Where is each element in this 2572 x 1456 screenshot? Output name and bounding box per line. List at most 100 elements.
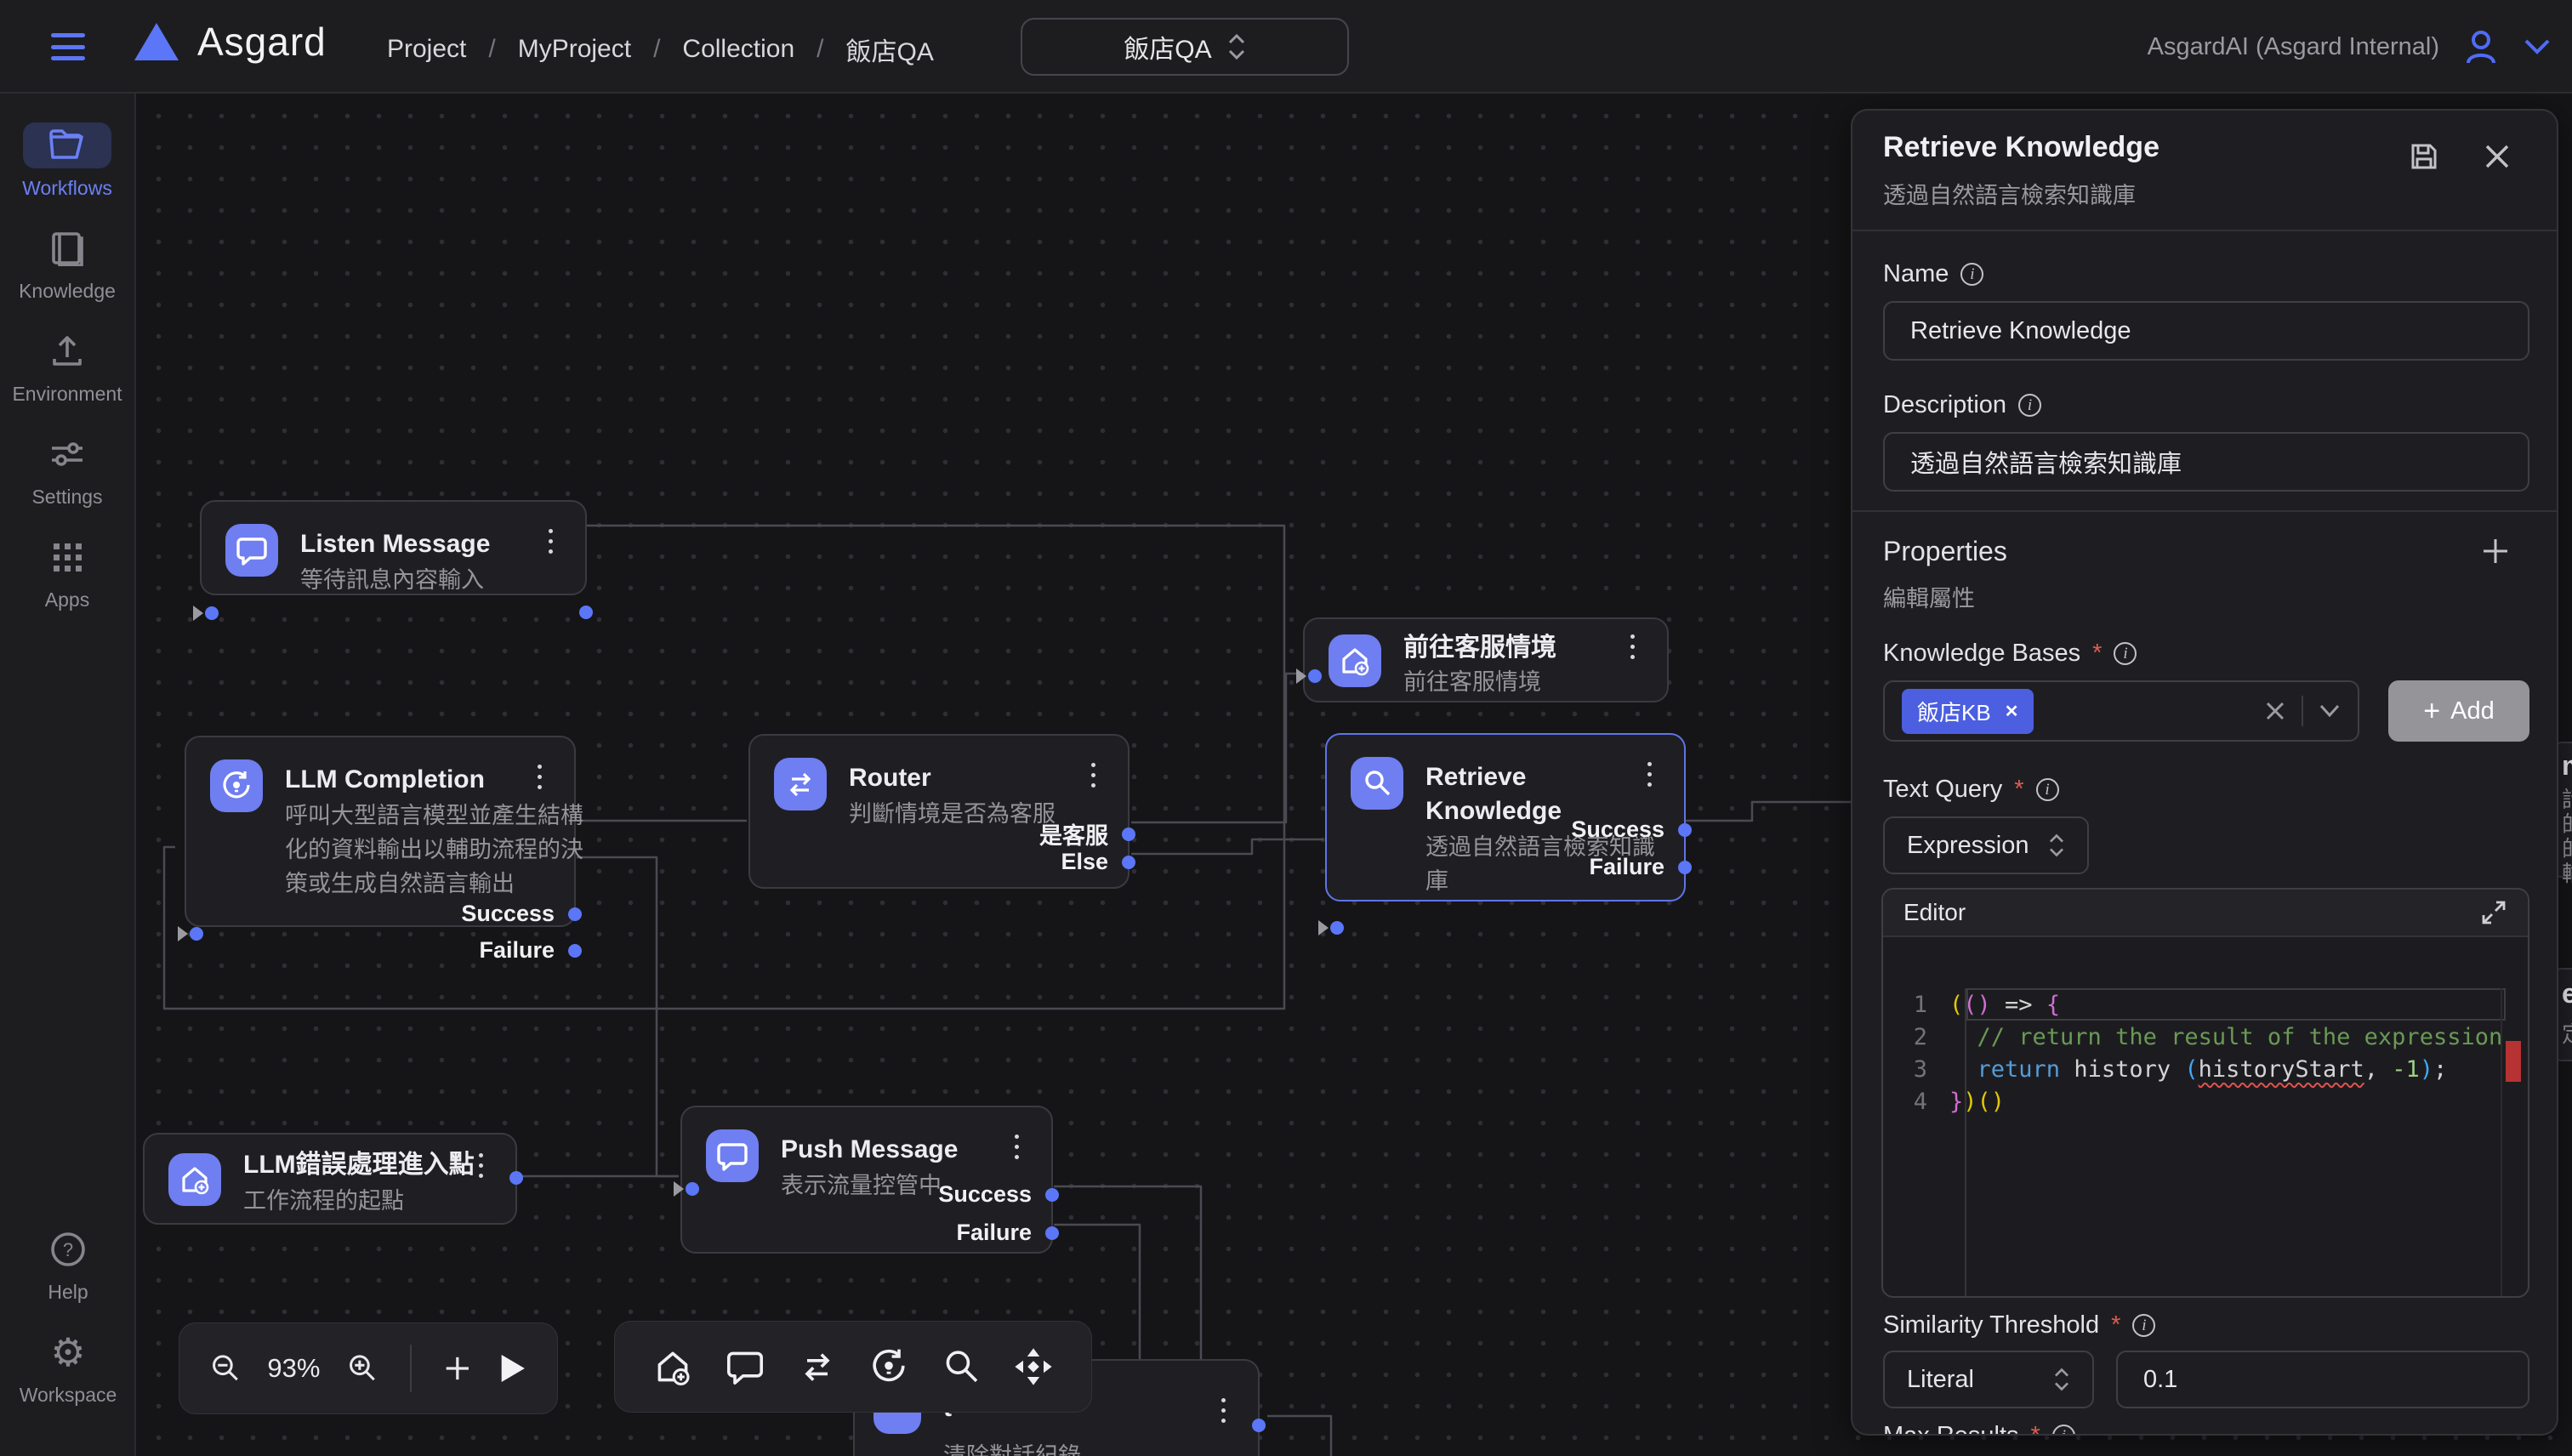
canvas-zoom-toolbar: 93%: [179, 1322, 558, 1414]
output-port-success[interactable]: Success: [1571, 816, 1692, 843]
node-llm-completion[interactable]: LLM Completion 呼叫大型語言模型並產生結構化的資料輸出以輔助流程的…: [185, 736, 576, 927]
input-port[interactable]: [178, 926, 203, 941]
sidebar-item-help[interactable]: ? Help: [0, 1226, 136, 1304]
add-node-icon[interactable]: [442, 1352, 473, 1385]
palette-router-icon[interactable]: [794, 1343, 841, 1391]
output-port[interactable]: [509, 1171, 523, 1185]
output-port-else[interactable]: Else: [1061, 849, 1135, 875]
book-icon: [49, 230, 85, 266]
search-icon: [1351, 757, 1403, 810]
breadcrumb-myproject[interactable]: MyProject: [518, 35, 631, 64]
run-workflow-icon[interactable]: [498, 1351, 528, 1386]
chevron-down-icon[interactable]: [2319, 703, 2341, 719]
node-push-message[interactable]: Push Message 表示流量控管中 Success Failure: [680, 1106, 1053, 1254]
gear-icon: ⚙: [24, 1329, 112, 1375]
palette-message-icon[interactable]: [721, 1343, 769, 1391]
remove-tag-icon[interactable]: ✕: [2005, 701, 2019, 722]
similarity-mode-select[interactable]: Literal: [1883, 1351, 2094, 1408]
text-query-mode-select[interactable]: Expression: [1883, 816, 2089, 874]
node-menu-icon[interactable]: [1080, 763, 1106, 788]
description-input[interactable]: 透過自然語言檢索知識庫: [1883, 432, 2529, 492]
node-menu-icon[interactable]: [1619, 634, 1645, 659]
user-icon[interactable]: [2461, 27, 2501, 66]
input-port[interactable]: [1318, 920, 1344, 936]
expression-editor[interactable]: Editor 1(() => {2 // return the result o…: [1881, 888, 2529, 1298]
code-area[interactable]: 1(() => {2 // return the result of the e…: [1883, 988, 2528, 1298]
close-icon[interactable]: [2482, 141, 2512, 172]
node-title: Push Message: [781, 1133, 958, 1167]
node-title: Listen Message: [300, 527, 490, 561]
zoom-in-icon[interactable]: [345, 1351, 378, 1386]
node-goto-cs-scenario[interactable]: 前往客服情境 前往客服情境: [1303, 617, 1669, 702]
left-sidebar: Workflows Knowledge Environment Settings…: [0, 94, 136, 1456]
output-port-failure[interactable]: Failure: [1589, 854, 1692, 880]
chat-bubble-icon: [225, 524, 278, 577]
sidebar-item-workflows[interactable]: Workflows: [0, 122, 135, 200]
input-port[interactable]: [674, 1181, 699, 1197]
output-port-success[interactable]: Success: [938, 1181, 1059, 1208]
info-icon[interactable]: i: [2036, 778, 2059, 801]
node-router[interactable]: Router 判斷情境是否為客服 是客服 Else: [748, 734, 1130, 889]
palette-search-icon[interactable]: [937, 1343, 985, 1391]
code-line[interactable]: 3 return history (historyStart, -1);: [1883, 1053, 2528, 1085]
account-area: AsgardAI (Asgard Internal): [2148, 0, 2552, 94]
account-chevron-down-icon[interactable]: [2523, 37, 2552, 56]
palette-llm-icon[interactable]: [865, 1343, 913, 1391]
add-property-icon[interactable]: [2480, 536, 2511, 566]
expand-editor-icon[interactable]: [2480, 899, 2507, 926]
output-port-failure[interactable]: Failure: [956, 1220, 1059, 1246]
properties-subtitle: 編輯屬性: [1883, 580, 1975, 613]
node-retrieve-knowledge[interactable]: Retrieve Knowledge 透過自然語言檢索知識庫 Success F…: [1325, 733, 1686, 901]
info-icon[interactable]: i: [2018, 394, 2041, 417]
palette-entry-point-icon[interactable]: [649, 1343, 697, 1391]
sidebar-item-environment[interactable]: Environment: [0, 328, 135, 406]
info-icon[interactable]: i: [2132, 1314, 2155, 1337]
code-line[interactable]: 4})(): [1883, 1085, 2528, 1118]
sidebar-item-settings[interactable]: Settings: [0, 431, 135, 509]
chat-bubble-icon: [706, 1129, 759, 1182]
text-query-label: Text Query*i: [1883, 776, 2059, 804]
node-menu-icon[interactable]: [526, 765, 552, 789]
breadcrumb-project[interactable]: Project: [387, 35, 466, 64]
info-icon[interactable]: i: [2052, 1425, 2075, 1436]
output-port[interactable]: [579, 606, 593, 619]
add-kb-button[interactable]: +Add: [2388, 680, 2529, 742]
node-title: LLM Completion: [285, 763, 485, 797]
zoom-out-icon[interactable]: [208, 1351, 242, 1386]
clear-all-icon[interactable]: [2264, 700, 2286, 722]
sidebar-item-apps[interactable]: Apps: [0, 534, 135, 611]
node-menu-icon[interactable]: [1210, 1398, 1236, 1423]
info-icon[interactable]: i: [1960, 263, 1983, 286]
sidebar-item-knowledge[interactable]: Knowledge: [0, 225, 135, 303]
node-subtitle: 判斷情境是否為客服: [849, 797, 1056, 831]
input-port[interactable]: [193, 606, 219, 621]
palette-move-icon[interactable]: [1010, 1343, 1057, 1391]
output-port-failure[interactable]: Failure: [479, 937, 582, 964]
output-port-cs[interactable]: 是客服: [1039, 817, 1135, 850]
input-port[interactable]: [1296, 668, 1322, 684]
knowledge-bases-multiselect[interactable]: 飯店KB✕: [1883, 680, 2359, 742]
node-menu-icon[interactable]: [538, 529, 563, 554]
hamburger-menu-icon[interactable]: [49, 28, 87, 65]
code-line[interactable]: 2 // return the result of the expression: [1883, 1021, 2528, 1053]
output-port-success[interactable]: Success: [461, 901, 582, 927]
top-bar: Asgard Project/ MyProject/ Collection/ 飯…: [0, 0, 2572, 94]
select-chevrons-icon: [2048, 833, 2065, 858]
breadcrumb-workflow[interactable]: 飯店QA: [846, 31, 934, 68]
name-input[interactable]: Retrieve Knowledge: [1883, 301, 2529, 361]
node-listen-message[interactable]: Listen Message 等待訊息內容輸入: [200, 500, 587, 595]
save-icon[interactable]: [2407, 139, 2441, 173]
node-llm-error-entry[interactable]: LLM錯誤處理進入點 工作流程的起點: [143, 1133, 517, 1225]
code-line[interactable]: 1(() => {: [1883, 988, 2528, 1021]
output-port[interactable]: [1252, 1419, 1266, 1432]
panel-subtitle: 透過自然語言檢索知識庫: [1883, 177, 2136, 210]
node-menu-icon[interactable]: [1636, 762, 1662, 787]
node-menu-icon[interactable]: [468, 1153, 493, 1178]
similarity-value-input[interactable]: 0.1: [2116, 1351, 2529, 1408]
workflow-selector[interactable]: 飯店QA: [1021, 18, 1349, 76]
node-menu-icon[interactable]: [1004, 1135, 1029, 1159]
sidebar-item-workspace[interactable]: ⚙ Workspace: [0, 1329, 136, 1407]
svg-text:?: ?: [63, 1239, 73, 1260]
breadcrumb-collection[interactable]: Collection: [682, 35, 794, 64]
info-icon[interactable]: i: [2114, 642, 2137, 665]
